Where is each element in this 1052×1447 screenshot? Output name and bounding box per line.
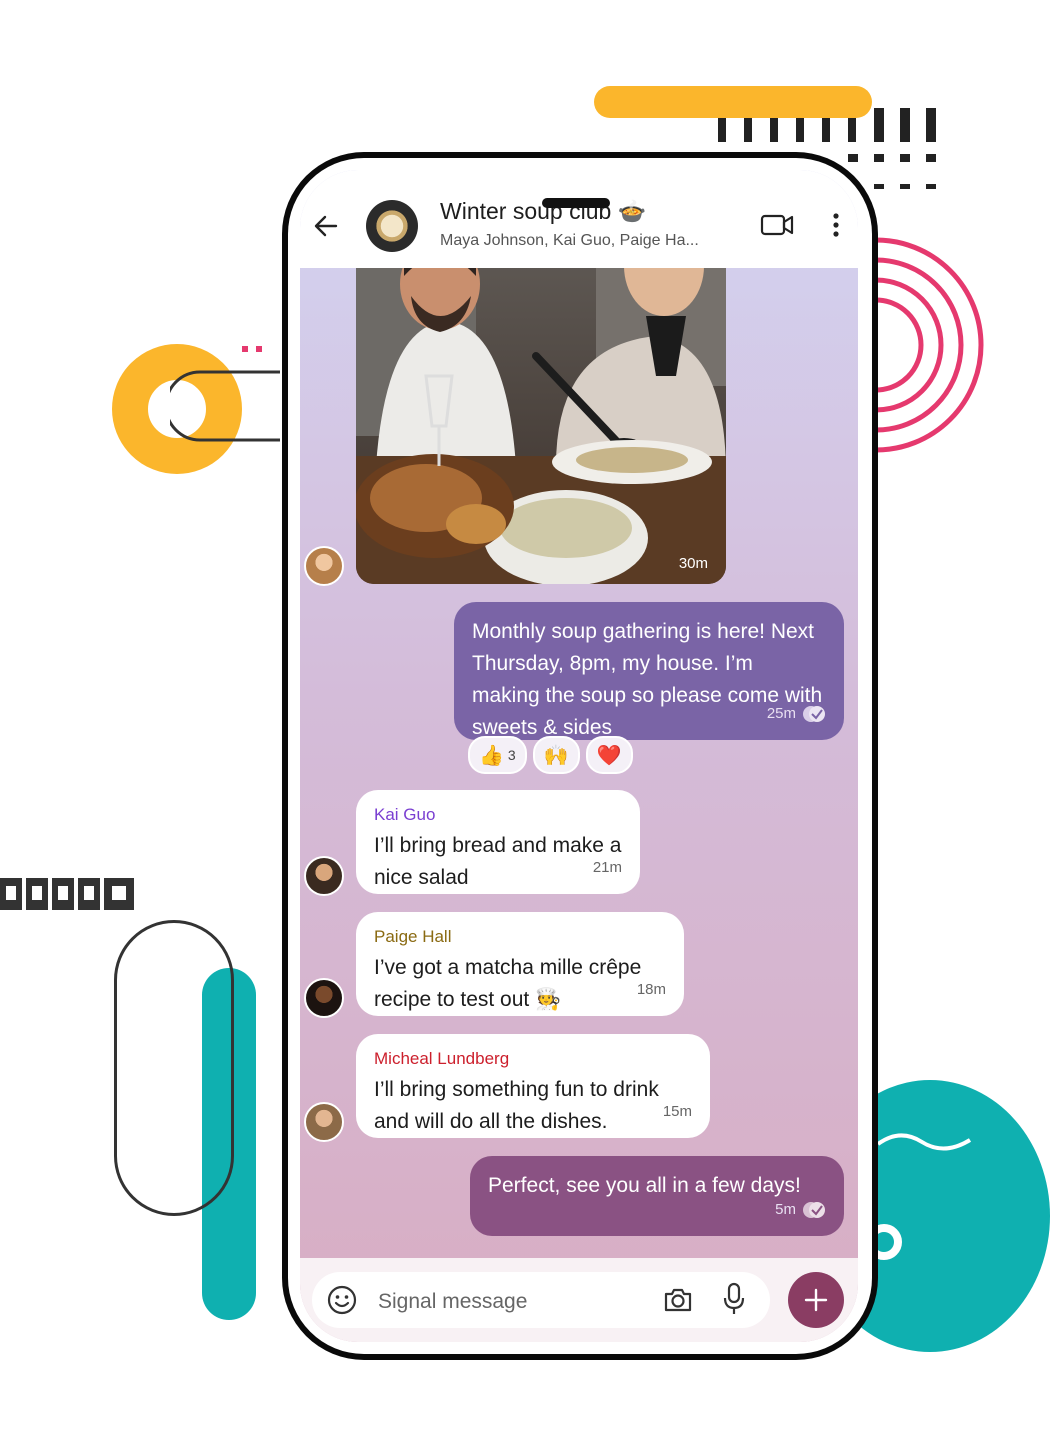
read-receipt-icon [803,706,825,722]
read-receipt-icon [803,1202,825,1218]
avatar[interactable] [304,978,344,1018]
message-time: 21m [592,859,622,876]
message-input[interactable] [376,1286,650,1318]
dark-blocks-decoration [0,878,134,910]
incoming-message[interactable]: Micheal Lundberg I’ll bring something fu… [356,1034,710,1138]
avatar[interactable] [304,1102,344,1142]
reaction-raised-hands[interactable]: 🙌 [532,736,580,774]
message-meta: 5m [775,1194,826,1226]
message-time: 15m [662,1103,692,1120]
message-time: 25m [766,705,796,722]
message-text: I’ll bring bread and make a nice salad [374,834,622,889]
avatar[interactable] [304,856,344,896]
camera-icon[interactable] [662,1284,694,1316]
reaction-emoji: ❤️ [596,744,622,767]
reaction-emoji: 👍 [479,744,504,767]
incoming-message[interactable]: Paige Hall I’ve got a matcha mille crêpe… [356,912,684,1016]
incoming-message[interactable]: Kai Guo I’ll bring bread and make a nice… [356,790,640,894]
emoji-icon[interactable] [326,1284,358,1316]
outgoing-message[interactable]: Monthly soup gathering is here! Next Thu… [454,602,844,740]
video-call-icon[interactable] [760,210,794,240]
reaction-heart[interactable]: ❤️ [585,736,633,774]
dark-outline-decoration [170,346,280,442]
pink-arcs-decoration [876,237,984,453]
chat-screen: 30m Winter soup club 🍲 Maya Johnson, Kai… [300,170,858,1342]
message-text: I’ve got a matcha mille crêpe recipe to … [374,956,642,1011]
message-time: 5m [775,1201,796,1218]
more-vertical-icon[interactable] [824,210,848,240]
chat-members: Maya Johnson, Kai Guo, Paige Ha... [440,232,699,249]
camera-notch [542,198,610,208]
outgoing-message[interactable]: Perfect, see you all in a few days! 5m [470,1156,844,1236]
avatar[interactable] [304,546,344,586]
attach-button[interactable] [788,1272,844,1328]
reaction-bar: 👍 3 🙌 ❤️ [468,736,633,774]
photo-timestamp: 30m [678,555,708,572]
chat-header: Winter soup club 🍲 Maya Johnson, Kai Guo… [300,170,858,268]
back-arrow-icon[interactable] [312,212,340,240]
wave-ring-decoration [870,1133,972,1260]
message-text: Perfect, see you all in a few days! [488,1174,801,1197]
dark-pill-outline-decoration [114,920,234,1216]
sender-name: Micheal Lundberg [374,1049,510,1068]
message-text: I’ll bring something fun to drink and wi… [374,1078,659,1133]
message-time: 18m [636,981,666,998]
reaction-emoji: 🙌 [543,744,569,767]
microphone-icon[interactable] [722,1282,746,1316]
message-meta: 18m [637,974,666,1006]
reaction-thumbs-up[interactable]: 👍 3 [468,736,527,774]
reaction-count: 3 [507,747,516,763]
photo-message[interactable]: 30m [356,266,726,584]
message-meta: 25m [767,698,826,730]
plus-icon [804,1288,828,1312]
group-avatar[interactable] [366,200,418,252]
message-meta: 21m [593,852,622,884]
message-meta: 15m [663,1096,692,1128]
dinner-photo [356,266,726,584]
sender-name: Paige Hall [374,927,452,946]
sender-name: Kai Guo [374,805,436,824]
